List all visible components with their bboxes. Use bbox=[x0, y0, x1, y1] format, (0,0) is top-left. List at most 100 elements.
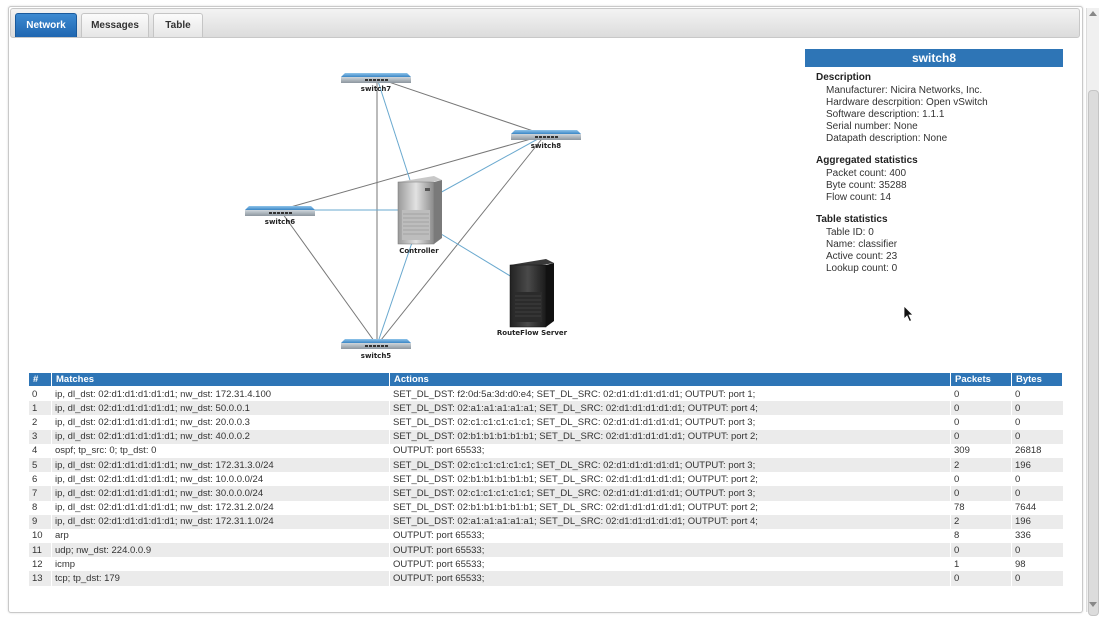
flow-packets-cell: 0 bbox=[950, 429, 1012, 444]
table-row[interactable]: 0 ip, dl_dst: 02:d1:d1:d1:d1:d1; nw_dst: … bbox=[28, 386, 1063, 402]
flow-matches-cell: ip, dl_dst: 02:d1:d1:d1:d1:d1; nw_dst: 5… bbox=[51, 401, 390, 416]
flow-index-cell: 11 bbox=[28, 543, 52, 558]
flow-matches-cell: ip, dl_dst: 02:d1:d1:d1:d1:d1; nw_dst: 1… bbox=[51, 472, 390, 487]
switch-icon bbox=[341, 339, 411, 343]
flow-matches-cell: icmp bbox=[51, 557, 390, 572]
flow-matches-cell: ip, dl_dst: 02:d1:d1:d1:d1:d1; nw_dst: 1… bbox=[51, 457, 390, 473]
detail-line: Lookup count: 0 bbox=[826, 263, 898, 274]
table-row[interactable]: 1 ip, dl_dst: 02:d1:d1:d1:d1:d1; nw_dst: … bbox=[28, 401, 1063, 416]
flow-bytes-cell: 0 bbox=[1011, 472, 1063, 487]
flow-actions-cell: OUTPUT: port 65533; bbox=[389, 543, 951, 558]
aggregated-section: Aggregated statistics Packet count: 400 … bbox=[816, 155, 1066, 204]
column-header-bytes[interactable]: Bytes bbox=[1011, 372, 1063, 387]
detail-line: Packet count: 400 bbox=[826, 168, 907, 179]
switch-icon bbox=[341, 73, 411, 77]
flow-matches-cell: ip, dl_dst: 02:d1:d1:d1:d1:d1; nw_dst: 1… bbox=[51, 514, 390, 529]
tab-bar: Network Messages Table bbox=[10, 8, 1080, 38]
flow-index-cell: 10 bbox=[28, 528, 52, 544]
flow-bytes-cell: 7644 bbox=[1011, 500, 1063, 515]
link-switch7-switch8 bbox=[376, 77, 546, 136]
detail-line: Software description: 1.1.1 bbox=[826, 109, 945, 120]
table-row[interactable]: 7 ip, dl_dst: 02:d1:d1:d1:d1:d1; nw_dst: … bbox=[28, 486, 1063, 501]
flow-bytes-cell: 0 bbox=[1011, 429, 1063, 444]
scroll-down-icon[interactable] bbox=[1089, 602, 1097, 607]
table-row[interactable]: 3 ip, dl_dst: 02:d1:d1:d1:d1:d1; nw_dst: … bbox=[28, 429, 1063, 444]
network-topology: switch7 switch8 switch6 switch5 Controll… bbox=[245, 73, 581, 360]
scroll-thumb[interactable] bbox=[1088, 90, 1099, 616]
switch-switch8[interactable]: switch8 bbox=[511, 130, 581, 150]
switch-switch6[interactable]: switch6 bbox=[245, 206, 315, 226]
flow-packets-cell: 0 bbox=[950, 401, 1012, 416]
flow-bytes-cell: 0 bbox=[1011, 386, 1063, 402]
flow-index-cell: 0 bbox=[28, 386, 52, 402]
section-heading: Aggregated statistics bbox=[816, 155, 918, 166]
table-row[interactable]: 11 udp; nw_dst: 224.0.0.9 OUTPUT: port 655… bbox=[28, 543, 1063, 558]
flow-index-cell: 8 bbox=[28, 500, 52, 515]
flow-actions-cell: SET_DL_DST: 02:a1:a1:a1:a1:a1; SET_DL_SR… bbox=[389, 401, 951, 416]
detail-line: Name: classifier bbox=[826, 239, 898, 250]
detail-panel: Description Manufacturer: Nicira Network… bbox=[816, 72, 1066, 285]
table-row[interactable]: 2 ip, dl_dst: 02:d1:d1:d1:d1:d1; nw_dst: … bbox=[28, 415, 1063, 430]
flow-matches-cell: tcp; tp_dst: 179 bbox=[51, 571, 390, 586]
flow-packets-cell: 78 bbox=[950, 500, 1012, 515]
switch-icon bbox=[511, 130, 581, 134]
flow-table-body: 0 ip, dl_dst: 02:d1:d1:d1:d1:d1; nw_dst: … bbox=[28, 386, 1063, 586]
column-header-actions[interactable]: Actions bbox=[389, 372, 951, 387]
flow-packets-cell: 0 bbox=[950, 472, 1012, 487]
server-label: Controller bbox=[399, 247, 439, 255]
table-row[interactable]: 8 ip, dl_dst: 02:d1:d1:d1:d1:d1; nw_dst: … bbox=[28, 500, 1063, 515]
flow-packets-cell: 0 bbox=[950, 415, 1012, 430]
flow-actions-cell: SET_DL_DST: 02:b1:b1:b1:b1:b1; SET_DL_SR… bbox=[389, 500, 951, 515]
section-heading: Table statistics bbox=[816, 214, 888, 225]
flow-matches-cell: ospf; tp_src: 0; tp_dst: 0 bbox=[51, 443, 390, 458]
tab-table[interactable]: Table bbox=[153, 13, 203, 37]
server-controller[interactable]: Controller bbox=[397, 176, 442, 255]
column-header-index[interactable]: # bbox=[28, 372, 52, 387]
flow-matches-cell: ip, dl_dst: 02:d1:d1:d1:d1:d1; nw_dst: 2… bbox=[51, 415, 390, 430]
flow-packets-cell: 309 bbox=[950, 443, 1012, 458]
detail-line: Table ID: 0 bbox=[826, 227, 874, 238]
flow-bytes-cell: 0 bbox=[1011, 401, 1063, 416]
flow-index-cell: 2 bbox=[28, 415, 52, 430]
flow-actions-cell: SET_DL_DST: 02:a1:a1:a1:a1:a1; SET_DL_SR… bbox=[389, 514, 951, 529]
flow-index-cell: 1 bbox=[28, 401, 52, 416]
detail-line: Datapath description: None bbox=[826, 133, 948, 144]
table-row[interactable]: 9 ip, dl_dst: 02:d1:d1:d1:d1:d1; nw_dst: … bbox=[28, 514, 1063, 529]
flow-bytes-cell: 98 bbox=[1011, 557, 1063, 572]
flow-bytes-cell: 196 bbox=[1011, 457, 1063, 473]
detail-line: Byte count: 35288 bbox=[826, 180, 907, 191]
flow-bytes-cell: 0 bbox=[1011, 543, 1063, 558]
scroll-up-icon[interactable] bbox=[1089, 11, 1097, 16]
column-header-packets[interactable]: Packets bbox=[950, 372, 1012, 387]
scrollbar[interactable] bbox=[1086, 8, 1099, 616]
flow-index-cell: 7 bbox=[28, 486, 52, 501]
table-stats-section: Table statistics Table ID: 0 Name: class… bbox=[816, 214, 1066, 275]
table-row[interactable]: 4 ospf; tp_src: 0; tp_dst: 0 OUTPUT: port … bbox=[28, 443, 1063, 458]
column-header-matches[interactable]: Matches bbox=[51, 372, 390, 387]
flow-index-cell: 5 bbox=[28, 457, 52, 473]
switch-switch7[interactable]: switch7 bbox=[341, 73, 411, 93]
server-label: RouteFlow Server bbox=[497, 329, 568, 337]
flow-index-cell: 9 bbox=[28, 514, 52, 529]
flow-matches-cell: ip, dl_dst: 02:d1:d1:d1:d1:d1; nw_dst: 1… bbox=[51, 500, 390, 515]
switch-switch5[interactable]: switch5 bbox=[341, 339, 411, 360]
switch-icon bbox=[245, 206, 315, 210]
table-row[interactable]: 12 icmp OUTPUT: port 65533; 1 98 bbox=[28, 557, 1063, 572]
tab-messages[interactable]: Messages bbox=[81, 13, 149, 37]
detail-title: switch8 bbox=[805, 49, 1063, 67]
flow-packets-cell: 8 bbox=[950, 528, 1012, 544]
flow-matches-cell: ip, dl_dst: 02:d1:d1:d1:d1:d1; nw_dst: 4… bbox=[51, 429, 390, 444]
server-routeflow[interactable]: RouteFlow Server bbox=[497, 259, 568, 337]
flow-matches-cell: udp; nw_dst: 224.0.0.9 bbox=[51, 543, 390, 558]
link-switch6-switch5 bbox=[279, 209, 378, 346]
table-row[interactable]: 5 ip, dl_dst: 02:d1:d1:d1:d1:d1; nw_dst: … bbox=[28, 457, 1063, 473]
tab-network[interactable]: Network bbox=[15, 13, 77, 37]
detail-line: Manufacturer: Nicira Networks, Inc. bbox=[826, 85, 983, 96]
table-row[interactable]: 6 ip, dl_dst: 02:d1:d1:d1:d1:d1; nw_dst: … bbox=[28, 472, 1063, 487]
table-row[interactable]: 10 arp OUTPUT: port 65533; 8 336 bbox=[28, 528, 1063, 544]
mouse-cursor-icon bbox=[903, 305, 914, 323]
flow-packets-cell: 0 bbox=[950, 571, 1012, 586]
detail-line: Flow count: 14 bbox=[826, 192, 892, 203]
switch-label: switch5 bbox=[361, 352, 392, 360]
table-row[interactable]: 13 tcp; tp_dst: 179 OUTPUT: port 65533; 0 0 bbox=[28, 571, 1063, 586]
